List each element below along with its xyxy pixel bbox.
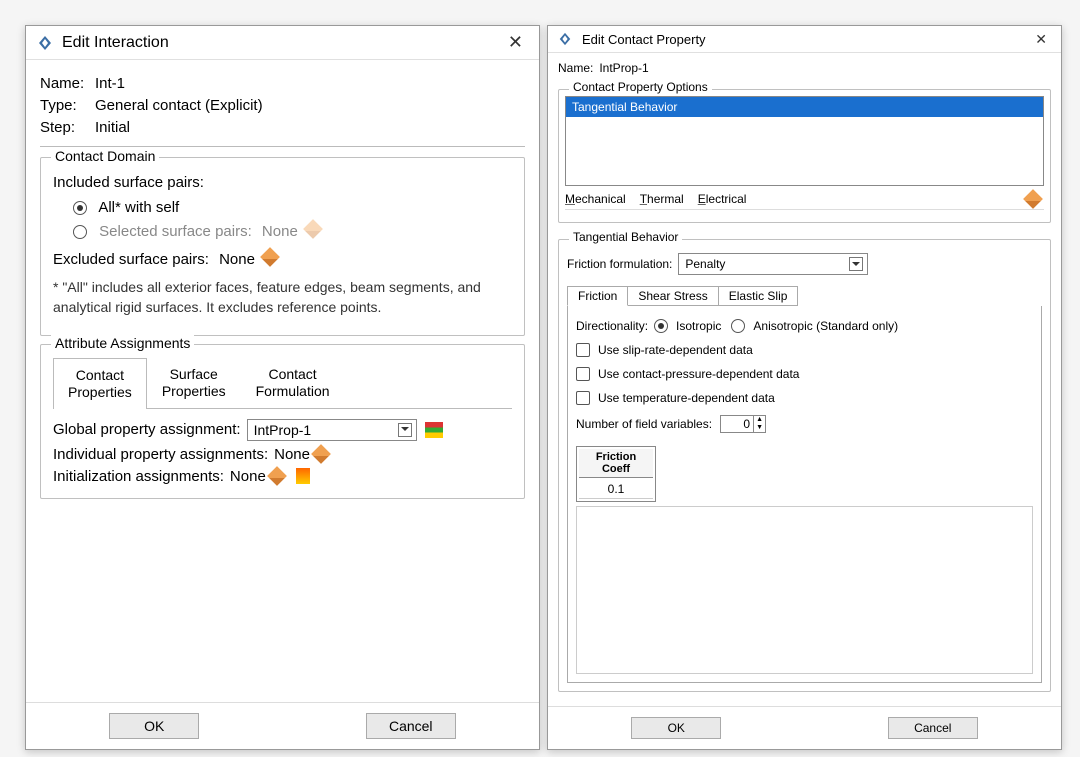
app-icon bbox=[556, 30, 574, 48]
tangential-legend: Tangential Behavior bbox=[569, 230, 682, 244]
anisotropic-label: Anisotropic (Standard only) bbox=[753, 319, 898, 333]
global-property-combo[interactable]: IntProp-1 bbox=[247, 419, 417, 441]
behavior-menu: Mechanical Thermal Electrical bbox=[565, 192, 1044, 210]
pencil-icon[interactable] bbox=[311, 444, 331, 464]
edit-interaction-dialog: Edit Interaction ✕ Name:Int-1 Type:Gener… bbox=[25, 25, 540, 750]
menu-electrical[interactable]: Electrical bbox=[698, 192, 747, 206]
check-slip-rate[interactable] bbox=[576, 343, 590, 357]
name-value: Int-1 bbox=[95, 75, 125, 92]
cancel-button[interactable]: Cancel bbox=[888, 717, 978, 739]
ok-button[interactable]: OK bbox=[109, 713, 199, 739]
friction-formulation-value: Penalty bbox=[685, 257, 725, 271]
app-icon bbox=[36, 34, 54, 52]
pencil-icon[interactable] bbox=[267, 466, 287, 486]
friction-formulation-combo[interactable]: Penalty bbox=[678, 253, 868, 275]
step-label: Step: bbox=[40, 119, 95, 136]
edit-contact-property-dialog: Edit Contact Property ✕ Name: IntProp-1 … bbox=[547, 25, 1062, 750]
options-list[interactable]: Tangential Behavior bbox=[565, 96, 1044, 186]
directionality-label: Directionality: bbox=[576, 319, 648, 333]
contact-pressure-label: Use contact-pressure-dependent data bbox=[598, 367, 799, 381]
menu-mechanical[interactable]: Mechanical bbox=[565, 192, 626, 206]
all-note: * "All" includes all exterior faces, fea… bbox=[53, 278, 512, 317]
assignment-icon[interactable] bbox=[296, 468, 310, 484]
included-pairs-label: Included surface pairs: bbox=[53, 174, 512, 191]
global-assignment-label: Global property assignment: bbox=[53, 421, 241, 438]
close-icon[interactable]: ✕ bbox=[502, 32, 529, 53]
selected-pairs-value: None bbox=[262, 223, 298, 240]
attribute-assignments-group: Attribute Assignments ContactProperties … bbox=[40, 344, 525, 499]
global-property-value: IntProp-1 bbox=[254, 422, 312, 438]
slip-rate-label: Use slip-rate-dependent data bbox=[598, 343, 753, 357]
pencil-icon bbox=[303, 219, 323, 239]
cancel-button[interactable]: Cancel bbox=[366, 713, 456, 739]
pencil-icon[interactable] bbox=[1023, 189, 1043, 209]
sub-tab-shear-stress[interactable]: Shear Stress bbox=[627, 286, 718, 306]
excluded-pairs-value: None bbox=[219, 251, 255, 268]
contact-property-options-group: Contact Property Options Tangential Beha… bbox=[558, 89, 1051, 223]
dialog-body: Name:Int-1 Type:General contact (Explici… bbox=[26, 60, 539, 702]
isotropic-label: Isotropic bbox=[676, 319, 721, 333]
menu-thermal[interactable]: Thermal bbox=[640, 192, 684, 206]
close-icon[interactable]: ✕ bbox=[1029, 31, 1053, 48]
contact-domain-group: Contact Domain Included surface pairs: A… bbox=[40, 157, 525, 336]
tab-contact-formulation[interactable]: ContactFormulation bbox=[241, 357, 345, 408]
sub-tab-friction[interactable]: Friction bbox=[567, 286, 628, 306]
friction-coeff-cell[interactable]: 0.1 bbox=[579, 480, 653, 499]
friction-coeff-header: FrictionCoeff bbox=[579, 449, 653, 478]
option-tangential-behavior[interactable]: Tangential Behavior bbox=[566, 97, 1043, 117]
dialog-body: Name: IntProp-1 Contact Property Options… bbox=[548, 53, 1061, 706]
field-variables-input[interactable] bbox=[721, 416, 753, 432]
dialog-title: Edit Contact Property bbox=[582, 32, 706, 47]
chevron-down-icon[interactable] bbox=[849, 257, 863, 271]
excluded-pairs-label: Excluded surface pairs: bbox=[53, 251, 209, 268]
individual-assignments-label: Individual property assignments: bbox=[53, 446, 268, 463]
check-contact-pressure[interactable] bbox=[576, 367, 590, 381]
radio-isotropic[interactable] bbox=[654, 319, 668, 333]
sub-tab-elastic-slip[interactable]: Elastic Slip bbox=[718, 286, 799, 306]
radio-selected-label: Selected surface pairs: bbox=[99, 223, 252, 240]
type-value: General contact (Explicit) bbox=[95, 97, 263, 114]
button-row: OK Cancel bbox=[548, 706, 1061, 749]
field-variables-spinner[interactable]: ▲▼ bbox=[720, 415, 766, 433]
initialization-assignments-label: Initialization assignments: bbox=[53, 468, 224, 485]
check-temperature[interactable] bbox=[576, 391, 590, 405]
spinner-up-icon[interactable]: ▲ bbox=[754, 416, 765, 424]
initialization-assignments-value: None bbox=[230, 468, 266, 485]
attribute-tabs: ContactProperties SurfaceProperties Cont… bbox=[53, 357, 512, 409]
name-value: IntProp-1 bbox=[599, 61, 648, 75]
contact-domain-legend: Contact Domain bbox=[51, 148, 159, 164]
friction-sub-tabs: Friction Shear Stress Elastic Slip bbox=[567, 286, 1042, 306]
spinner-down-icon[interactable]: ▼ bbox=[754, 424, 765, 432]
dialog-title: Edit Interaction bbox=[62, 34, 169, 52]
individual-assignments-value: None bbox=[274, 446, 310, 463]
name-label: Name: bbox=[558, 61, 593, 75]
radio-anisotropic[interactable] bbox=[731, 319, 745, 333]
radio-selected-pairs[interactable] bbox=[73, 225, 87, 239]
friction-coeff-table[interactable]: FrictionCoeff 0.1 bbox=[576, 446, 656, 502]
chevron-down-icon[interactable] bbox=[398, 423, 412, 437]
button-row: OK Cancel bbox=[26, 702, 539, 749]
tab-surface-properties[interactable]: SurfaceProperties bbox=[147, 357, 241, 408]
radio-all-label: All* with self bbox=[98, 199, 179, 216]
friction-panel: Directionality: Isotropic Anisotropic (S… bbox=[567, 306, 1042, 683]
attribute-legend: Attribute Assignments bbox=[51, 335, 194, 351]
type-label: Type: bbox=[40, 97, 95, 114]
tangential-behavior-group: Tangential Behavior Friction formulation… bbox=[558, 239, 1051, 692]
table-fill-area bbox=[576, 506, 1033, 674]
radio-all-with-self[interactable] bbox=[73, 201, 87, 215]
pencil-icon[interactable] bbox=[260, 247, 280, 267]
field-variables-label: Number of field variables: bbox=[576, 417, 712, 431]
friction-formulation-label: Friction formulation: bbox=[567, 257, 672, 271]
temperature-label: Use temperature-dependent data bbox=[598, 391, 775, 405]
titlebar: Edit Contact Property ✕ bbox=[548, 26, 1061, 53]
create-property-icon[interactable] bbox=[425, 422, 443, 438]
ok-button[interactable]: OK bbox=[631, 717, 721, 739]
options-legend: Contact Property Options bbox=[569, 80, 712, 94]
titlebar: Edit Interaction ✕ bbox=[26, 26, 539, 60]
name-label: Name: bbox=[40, 75, 95, 92]
step-value: Initial bbox=[95, 119, 130, 136]
tab-contact-properties[interactable]: ContactProperties bbox=[53, 358, 147, 409]
